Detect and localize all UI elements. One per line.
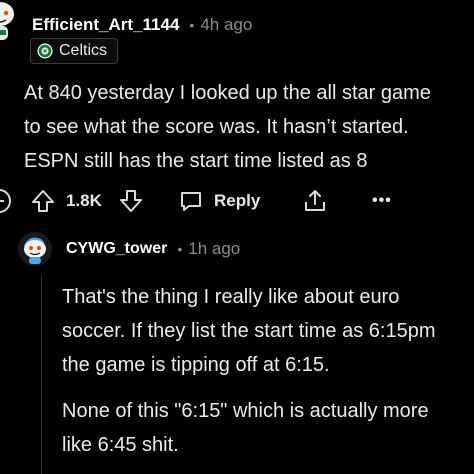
comment-action-bar: 1.8K Reply •••	[0, 184, 474, 218]
reply-body-line: like 6:45 shit.	[62, 434, 179, 456]
reply-timestamp: 1h ago	[188, 239, 241, 258]
reply-header: CYWG_tower • 1h ago	[66, 236, 240, 262]
upvote-icon[interactable]	[30, 184, 56, 218]
comment-body-line: ESPN still has the start time listed as …	[24, 150, 368, 172]
reply-bubble-icon	[178, 188, 204, 214]
celtics-logo-icon	[37, 43, 53, 59]
comment-timestamp: 4h ago	[200, 15, 253, 34]
thread-line[interactable]	[41, 276, 42, 474]
share-icon[interactable]	[302, 184, 328, 218]
collapse-icon[interactable]	[0, 184, 12, 218]
reply-button[interactable]: Reply	[178, 184, 260, 218]
comment-body: At 840 yesterday I looked up the all sta…	[24, 76, 474, 178]
more-options-icon[interactable]: •••	[372, 184, 392, 218]
separator-dot: •	[177, 241, 183, 257]
snoo-avatar-icon[interactable]	[0, 0, 18, 42]
reply-username[interactable]: CYWG_tower	[66, 240, 167, 258]
reply-body-line: the game is tipping off at 6:15.	[62, 354, 330, 376]
snoo-avatar-icon[interactable]	[18, 232, 52, 266]
user-flair: Celtics	[30, 38, 119, 64]
comment-header: Efficient_Art_1144 • 4h ago	[32, 12, 252, 38]
comment-thread: Efficient_Art_1144 • 4h ago Celtics At 8…	[0, 0, 474, 474]
reply-label: Reply	[214, 191, 261, 210]
separator-dot: •	[189, 17, 195, 33]
flair-label: Celtics	[59, 42, 108, 59]
comment-username[interactable]: Efficient_Art_1144	[32, 15, 179, 35]
comment-body-line: At 840 yesterday I looked up the all sta…	[24, 82, 431, 104]
comment-body-line: to see what the score was. It hasn’t sta…	[24, 116, 409, 138]
downvote-icon[interactable]	[118, 184, 144, 218]
reply-body-line: That's the thing I really like about eur…	[62, 286, 400, 308]
vote-score: 1.8K	[66, 191, 102, 210]
reply-body: That's the thing I really like about eur…	[62, 280, 474, 462]
reply-body-line: soccer. If they list the start time as 6…	[62, 320, 436, 342]
reply-body-line: None of this "6:15" which is actually mo…	[62, 400, 429, 422]
